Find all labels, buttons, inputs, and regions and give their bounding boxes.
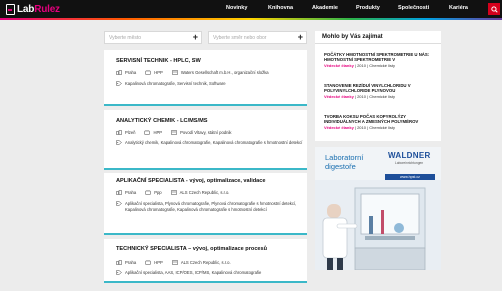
article-source: | 2010 | Chemické listy xyxy=(353,63,396,69)
job-tags: Analytický chemik, Kapalinová chromatogr… xyxy=(116,140,303,146)
city-icon xyxy=(116,130,122,135)
article-meta: Vědecké članky | 2010 | Chemické listy xyxy=(324,63,436,68)
job-title[interactable]: APLIKAČNÍ SPECIALISTA - vývoj, optimaliz… xyxy=(116,178,266,184)
job-city: Praha xyxy=(125,190,137,195)
job-contract: Ppp xyxy=(154,190,162,195)
job-title[interactable]: SERVISNÍ TECHNIK - HPLC, SW xyxy=(116,58,201,64)
job-meta: Plzeň HPP Povodí Vltavy, státní podnik xyxy=(116,130,240,135)
recommended-panel: Mohlo by Vás zajímat POČÁTKY HMOTNOSTNÍ … xyxy=(315,31,441,141)
contract-icon xyxy=(145,190,151,195)
nav-item-knihovna[interactable]: Knihovna xyxy=(268,5,293,11)
banner-brand-logo: WALDNER xyxy=(388,151,431,160)
company-icon xyxy=(170,190,177,195)
job-city: Praha xyxy=(125,70,137,75)
job-card[interactable]: APLIKAČNÍ SPECIALISTA - vývoj, optimaliz… xyxy=(104,173,307,235)
banner-title: Laboratorní digestoře xyxy=(325,153,364,171)
article-title[interactable]: STANOVENIE REZÍDUÍ VINYLCHLORIDU V POLYV… xyxy=(324,83,436,93)
tag-icon xyxy=(116,81,122,86)
nav-item-novinky[interactable]: Novinky xyxy=(226,5,247,11)
top-nav-bar: LabRulez Novinky Knihovna Akademie Produ… xyxy=(0,0,502,20)
article-category[interactable]: Vědecké članky xyxy=(324,125,354,130)
job-company[interactable]: Waters Gesellschaft m.b.H., organizační … xyxy=(181,70,269,75)
job-tags-text: Aplikační specialista, Plynová chromatog… xyxy=(125,201,297,212)
field-filter-placeholder: Vyberte směr nebo obor xyxy=(213,34,267,41)
job-contract: HPP xyxy=(154,260,163,265)
tag-icon xyxy=(116,270,122,275)
rainbow-stripe xyxy=(0,18,502,20)
article-meta: Vědecké članky | 2010 | Chemické listy xyxy=(324,125,436,130)
article-item[interactable]: STANOVENIE REZÍDUÍ VINYLCHLORIDU V POLYV… xyxy=(324,83,436,99)
job-city: Praha xyxy=(125,260,137,265)
job-company[interactable]: ALS Czech Republic, s.r.o. xyxy=(180,190,230,195)
job-card[interactable]: SERVISNÍ TECHNIK - HPLC, SW Praha HPP Wa… xyxy=(104,50,307,106)
nav-item-produkty[interactable]: Produkty xyxy=(356,5,380,11)
city-icon xyxy=(116,190,122,195)
article-item[interactable]: POČÁTKY HMOTNOSTNÍ SPEKTROMETRIE U NÁS: … xyxy=(324,52,436,68)
article-item[interactable]: TVORBA KOKSU POČAS KOPYROLÝZY INDIVIDUÁL… xyxy=(324,114,436,130)
job-tags-text: Kapalinová chromatografie, Servisní tech… xyxy=(125,81,226,86)
job-tags-text: Aplikační specialista, AAS, ICP/OES, ICP… xyxy=(125,270,262,275)
job-title[interactable]: ANALYTICKÝ CHEMIK - LC/MS/MS xyxy=(116,118,207,124)
article-category[interactable]: Vědecké članky xyxy=(324,94,354,99)
contract-icon xyxy=(145,70,151,75)
tag-icon xyxy=(116,201,122,206)
job-meta: Praha HPP ALS Czech Republic, s.r.o. xyxy=(116,260,240,265)
search-button[interactable] xyxy=(488,3,500,15)
article-meta: Vědecké članky | 2010 | Chemické listy xyxy=(324,94,436,99)
city-icon xyxy=(116,70,122,75)
job-tags: Aplikační specialista, Plynová chromatog… xyxy=(116,201,303,212)
job-city: Plzeň xyxy=(125,130,136,135)
city-filter[interactable]: Vyberte město + xyxy=(104,31,202,44)
job-title[interactable]: TECHNICKÝ SPECIALISTA – vývoj, optimaliz… xyxy=(116,246,267,252)
job-contract: HPP xyxy=(154,70,163,75)
article-category[interactable]: Vědecké članky xyxy=(324,63,354,68)
recommended-heading: Mohlo by Vás zajímat xyxy=(315,31,441,44)
job-company[interactable]: Povodí Vltavy, státní podnik xyxy=(180,130,231,135)
company-icon xyxy=(171,130,177,135)
main-nav: Novinky Knihovna Akademie Produkty Spole… xyxy=(0,0,502,18)
contract-icon xyxy=(144,130,151,135)
contract-icon xyxy=(145,260,151,265)
nav-item-spolecnosti[interactable]: Společnosti xyxy=(398,5,429,11)
job-tags: Aplikační specialista, AAS, ICP/OES, ICP… xyxy=(116,270,303,276)
search-icon xyxy=(490,5,498,13)
job-card[interactable]: ANALYTICKÝ CHEMIK - LC/MS/MS Plzeň HPP P… xyxy=(104,110,307,170)
ad-banner[interactable]: Laboratorní digestoře WALDNER Laboreinric… xyxy=(315,147,441,270)
banner-brand-sub: Laboreinrichtungen xyxy=(395,161,424,165)
job-tags-text: Analytický chemik, Kapalinová chromatogr… xyxy=(125,140,303,145)
job-card[interactable]: TECHNICKÝ SPECIALISTA – vývoj, optimaliz… xyxy=(104,239,307,283)
nav-item-kariera[interactable]: Kariéra xyxy=(449,5,468,11)
article-title[interactable]: POČÁTKY HMOTNOSTNÍ SPEKTROMETRIE U NÁS: … xyxy=(324,52,436,62)
company-icon xyxy=(172,70,178,75)
job-contract: HPP xyxy=(153,130,163,135)
city-filter-placeholder: Vyberte město xyxy=(109,34,142,41)
article-source: | 2010 | Chemické listy xyxy=(353,94,396,100)
field-filter[interactable]: Vyberte směr nebo obor + xyxy=(208,31,307,44)
job-company[interactable]: ALS Czech Republic, s.r.o. xyxy=(181,260,231,265)
add-city-icon[interactable]: + xyxy=(193,33,198,42)
article-title[interactable]: TVORBA KOKSU POČAS KOPYROLÝZY INDIVIDUÁL… xyxy=(324,114,436,124)
add-field-icon[interactable]: + xyxy=(298,33,303,42)
job-meta: Praha HPP Waters Gesellschaft m.b.H., or… xyxy=(116,70,278,75)
nav-item-akademie[interactable]: Akademie xyxy=(312,5,338,11)
job-tags: Kapalinová chromatografie, Servisní tech… xyxy=(116,81,303,87)
job-meta: Praha Ppp ALS Czech Republic, s.r.o. xyxy=(116,190,238,195)
company-icon xyxy=(172,260,178,265)
city-icon xyxy=(116,260,122,265)
fume-hood-illustration xyxy=(315,180,441,270)
tag-icon xyxy=(116,140,122,145)
article-source: | 2010 | Chemické listy xyxy=(353,125,396,131)
